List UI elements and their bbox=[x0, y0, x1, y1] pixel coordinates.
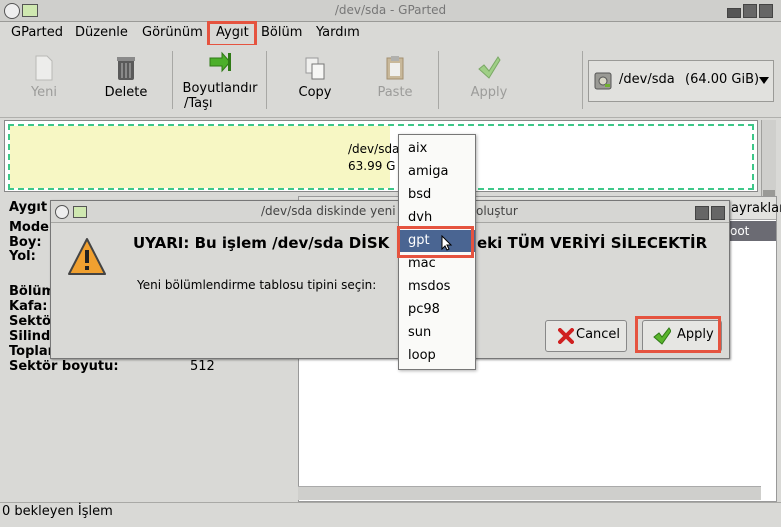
new-document-icon bbox=[32, 55, 56, 81]
highlight-gpt-option bbox=[397, 226, 474, 258]
menu-gorunum[interactable]: Görünüm bbox=[142, 25, 203, 40]
dialog-titlebar: /dev/sda diskinde yeni b oluştur bbox=[51, 201, 729, 223]
trash-icon bbox=[114, 55, 138, 81]
window-titlebar: /dev/sda - GParted bbox=[0, 0, 781, 22]
copy-button[interactable]: Copy bbox=[290, 45, 340, 115]
info-partition-label: Bölüm bbox=[9, 284, 56, 299]
toolbar-separator bbox=[582, 51, 583, 109]
cancel-button[interactable]: Cancel bbox=[545, 320, 627, 352]
highlight-apply-button bbox=[635, 316, 721, 353]
dialog-app-icon bbox=[73, 206, 87, 218]
close-button[interactable] bbox=[759, 4, 773, 18]
paste-icon bbox=[383, 55, 407, 81]
info-sector-size-value: 512 bbox=[190, 359, 215, 374]
option-msdos[interactable]: msdos bbox=[399, 276, 475, 298]
option-aix[interactable]: aix bbox=[399, 138, 475, 160]
info-size-label: Boy: bbox=[9, 235, 42, 250]
column-flags[interactable]: ayraklar bbox=[731, 201, 781, 216]
dialog-title-right: oluştur bbox=[476, 204, 518, 218]
option-amiga[interactable]: amiga bbox=[399, 161, 475, 183]
info-cylinders-label: Silindi bbox=[9, 329, 55, 344]
info-heads-label: Kafa: bbox=[9, 299, 48, 314]
device-size: (64.00 GiB) bbox=[685, 72, 760, 87]
unallocated-partition[interactable]: /dev/sda 63.99 G bbox=[8, 124, 754, 190]
paste-button[interactable]: Paste bbox=[370, 45, 420, 115]
unallocated-fill bbox=[10, 126, 390, 188]
dialog-close-button[interactable] bbox=[711, 206, 725, 220]
resize-arrow-icon bbox=[208, 51, 232, 77]
harddisk-icon bbox=[594, 72, 612, 90]
info-sector-size-label: Sektör boyutu: bbox=[9, 359, 119, 374]
option-sun[interactable]: sun bbox=[399, 322, 475, 344]
maximize-button[interactable] bbox=[743, 4, 757, 18]
dialog-menu-icon[interactable] bbox=[55, 205, 69, 219]
menu-gparted[interactable]: GParted bbox=[11, 25, 63, 40]
dialog-maximize-button[interactable] bbox=[695, 206, 709, 220]
table-type-prompt: Yeni bölümlendirme tablosu tipini seçin: bbox=[137, 278, 377, 292]
menu-duzenle[interactable]: Düzenle bbox=[75, 25, 128, 40]
menubar: GParted Düzenle Görünüm Aygıt Bölüm Yard… bbox=[0, 22, 781, 44]
chevron-down-icon bbox=[759, 77, 769, 84]
warning-icon bbox=[68, 238, 106, 275]
minimize-button[interactable] bbox=[727, 8, 741, 18]
device-selector[interactable]: /dev/sda (64.00 GiB) bbox=[588, 60, 774, 102]
warning-text-right: eki TÜM VERİYİ SİLECEKTİR bbox=[477, 234, 708, 252]
option-loop[interactable]: loop bbox=[399, 345, 475, 367]
window-title: /dev/sda - GParted bbox=[334, 3, 447, 17]
menu-bolum[interactable]: Bölüm bbox=[261, 25, 302, 40]
partition-row-selected[interactable]: oot bbox=[724, 221, 776, 241]
new-button[interactable]: Yeni bbox=[16, 45, 72, 115]
pending-operations: 0 bekleyen İşlem bbox=[2, 504, 113, 519]
toolbar-separator bbox=[266, 51, 267, 109]
horizontal-scrollbar[interactable] bbox=[298, 486, 761, 500]
highlight-aygit-menu bbox=[207, 21, 257, 47]
copy-icon bbox=[303, 55, 327, 81]
option-pc98[interactable]: pc98 bbox=[399, 299, 475, 321]
info-model-label: Mode bbox=[9, 220, 49, 235]
create-partition-table-dialog: /dev/sda diskinde yeni b oluştur UYARI: … bbox=[50, 200, 730, 359]
partition-graph[interactable]: /dev/sda 63.99 G bbox=[4, 120, 758, 192]
cancel-x-icon bbox=[558, 328, 574, 344]
option-bsd[interactable]: bsd bbox=[399, 184, 475, 206]
status-bar: 0 bekleyen İşlem bbox=[0, 502, 781, 527]
resize-move-button[interactable]: Boyutlandır /Taşı bbox=[182, 45, 258, 115]
info-path-label: Yol: bbox=[9, 249, 36, 264]
dialog-title-left: /dev/sda diskinde yeni b bbox=[261, 204, 407, 218]
info-sectors-label: Sektö bbox=[9, 314, 51, 329]
graph-size-label: 63.99 G bbox=[348, 159, 396, 173]
warning-text-left: UYARI: Bu işlem /dev/sda DİSK bbox=[133, 234, 390, 252]
device-name: /dev/sda bbox=[619, 72, 675, 87]
toolbar-separator bbox=[438, 51, 439, 109]
menu-yardim[interactable]: Yardım bbox=[316, 25, 360, 40]
apply-toolbar-button[interactable]: Apply bbox=[464, 45, 514, 115]
toolbar-separator bbox=[172, 51, 173, 109]
checkmark-icon bbox=[477, 55, 501, 81]
delete-button[interactable]: Delete bbox=[98, 45, 154, 115]
info-header: Aygıt bbox=[9, 200, 48, 215]
graph-device-label: /dev/sda bbox=[348, 142, 400, 156]
